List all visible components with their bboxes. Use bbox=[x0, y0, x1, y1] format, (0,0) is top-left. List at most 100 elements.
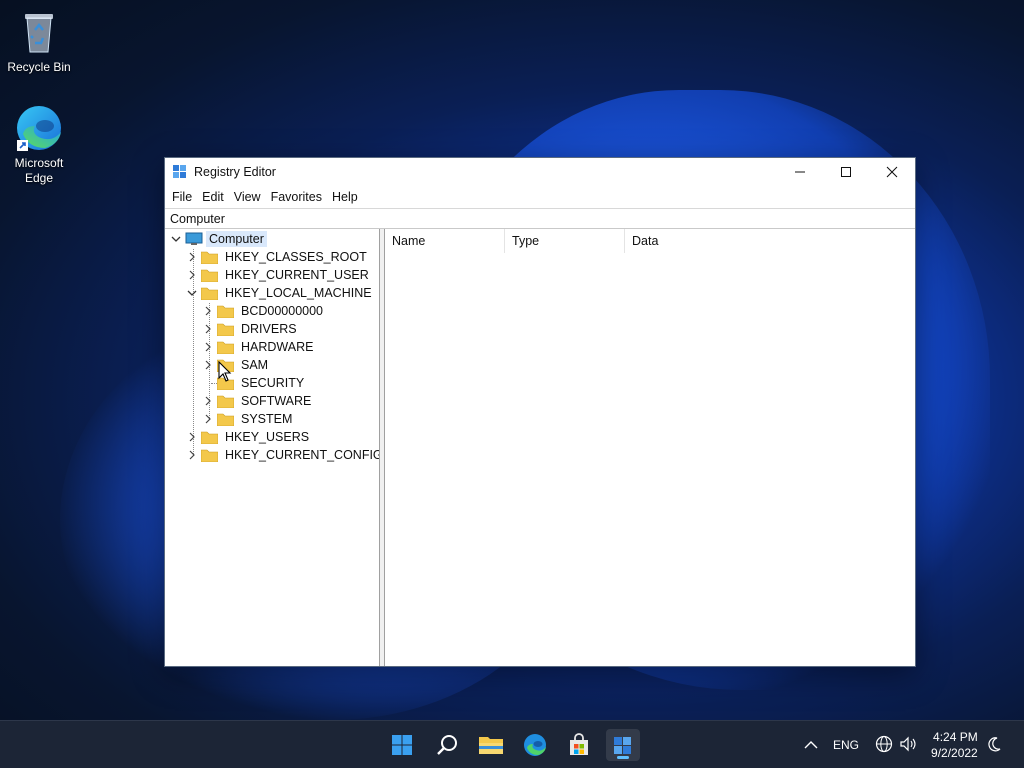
minimize-icon bbox=[795, 171, 805, 173]
tree-item-sam[interactable]: SAM bbox=[201, 356, 271, 374]
folder-icon bbox=[217, 395, 234, 408]
file-explorer-icon bbox=[479, 737, 503, 754]
menu-file[interactable]: File bbox=[167, 190, 197, 204]
tree-item-label: HKEY_CLASSES_ROOT bbox=[225, 250, 367, 264]
list-header: Name Type Data bbox=[385, 229, 915, 253]
taskbar: ENG 4:24 PM 9/2/2022 bbox=[0, 720, 1024, 768]
folder-icon bbox=[201, 269, 218, 282]
tree-item-hkey-classes-root[interactable]: HKEY_CLASSES_ROOT bbox=[185, 248, 370, 266]
desktop-icon-label: Microsoft Edge bbox=[14, 156, 64, 185]
menu-edit[interactable]: Edit bbox=[197, 190, 229, 204]
chevron-right-icon[interactable] bbox=[201, 410, 215, 428]
start-icon bbox=[392, 735, 412, 755]
tree-item-security[interactable]: SECURITY bbox=[201, 374, 307, 392]
tree-item-hardware[interactable]: HARDWARE bbox=[201, 338, 316, 356]
title-bar[interactable]: Registry Editor bbox=[165, 158, 915, 186]
mouse-cursor-icon bbox=[218, 361, 232, 382]
tree-item-label: SOFTWARE bbox=[241, 394, 312, 408]
registry-editor-window: Registry Editor File Edit View Favorites… bbox=[164, 157, 916, 667]
tree-item-bcd00000000[interactable]: BCD00000000 bbox=[201, 302, 326, 320]
clock[interactable]: 4:24 PM 9/2/2022 bbox=[931, 729, 978, 761]
chevron-right-icon[interactable] bbox=[201, 302, 215, 320]
folder-icon bbox=[201, 431, 218, 444]
computer-icon bbox=[185, 232, 203, 245]
tree-item-hkey-current-user[interactable]: HKEY_CURRENT_USER bbox=[185, 266, 372, 284]
search-button[interactable] bbox=[430, 729, 464, 761]
tree-item-hkey-current-config[interactable]: HKEY_CURRENT_CONFIG bbox=[185, 446, 380, 464]
tree-item-label: Computer bbox=[206, 231, 267, 247]
show-hidden-icons-button[interactable] bbox=[800, 740, 822, 750]
folder-icon bbox=[217, 413, 234, 426]
store-button[interactable] bbox=[562, 729, 596, 761]
menu-favorites[interactable]: Favorites bbox=[266, 190, 327, 204]
values-list-pane[interactable]: Name Type Data bbox=[385, 229, 915, 666]
column-header-name[interactable]: Name bbox=[385, 229, 505, 253]
tree-item-label: HKEY_CURRENT_USER bbox=[225, 268, 369, 282]
tree-item-label: BCD00000000 bbox=[241, 304, 324, 318]
registry-editor-taskbar-button[interactable] bbox=[606, 729, 640, 761]
chevron-right-icon[interactable] bbox=[201, 338, 215, 356]
tree-item-hkey-local-machine[interactable]: HKEY_LOCAL_MACHINE bbox=[185, 284, 375, 302]
globe-icon bbox=[875, 735, 893, 752]
speaker-icon bbox=[900, 736, 916, 751]
active-indicator bbox=[617, 756, 629, 759]
menu-view[interactable]: View bbox=[229, 190, 266, 204]
folder-icon bbox=[201, 251, 218, 264]
volume-button[interactable] bbox=[899, 735, 917, 756]
chevron-right-icon[interactable] bbox=[185, 266, 199, 284]
tree-item-label: DRIVERS bbox=[241, 322, 297, 336]
start-button[interactable] bbox=[385, 729, 419, 761]
address-bar[interactable]: Computer bbox=[165, 208, 915, 229]
folder-icon bbox=[217, 305, 234, 318]
chevron-right-icon[interactable] bbox=[185, 446, 199, 464]
tree-item-software[interactable]: SOFTWARE bbox=[201, 392, 314, 410]
desktop-microsoft-edge[interactable]: Microsoft Edge bbox=[1, 104, 77, 186]
tree-item-computer[interactable]: Computer bbox=[169, 230, 267, 248]
menu-help[interactable]: Help bbox=[327, 190, 363, 204]
tree-item-drivers[interactable]: DRIVERS bbox=[201, 320, 300, 338]
chevron-down-icon[interactable] bbox=[169, 230, 183, 248]
minimize-button[interactable] bbox=[777, 158, 823, 186]
store-icon bbox=[570, 733, 588, 755]
tree-item-label: SECURITY bbox=[241, 376, 305, 390]
chevron-right-icon[interactable] bbox=[185, 248, 199, 266]
registry-editor-icon bbox=[173, 165, 186, 178]
tree-item-hkey-users[interactable]: HKEY_USERS bbox=[185, 428, 312, 446]
desktop-recycle-bin[interactable]: Recycle Bin bbox=[1, 8, 77, 75]
chevron-right-icon[interactable] bbox=[201, 320, 215, 338]
close-button[interactable] bbox=[869, 158, 915, 186]
clock-time: 4:24 PM bbox=[933, 730, 978, 744]
registry-editor-icon bbox=[614, 737, 631, 754]
system-tray: ENG 4:24 PM 9/2/2022 bbox=[800, 721, 1002, 768]
tree-item-label: HKEY_CURRENT_CONFIG bbox=[225, 448, 380, 462]
tree-item-label: HKEY_LOCAL_MACHINE bbox=[225, 286, 372, 300]
chevron-right-icon[interactable] bbox=[201, 356, 215, 374]
desktop-icon-label: Recycle Bin bbox=[7, 60, 71, 74]
folder-icon bbox=[201, 449, 218, 462]
search-icon bbox=[437, 735, 457, 755]
chevron-right-icon[interactable] bbox=[201, 392, 215, 410]
folder-open-icon bbox=[201, 287, 218, 300]
tree-item-label: SYSTEM bbox=[241, 412, 293, 426]
tree-item-label: HARDWARE bbox=[241, 340, 314, 354]
folder-icon bbox=[217, 341, 234, 354]
clock-date: 9/2/2022 bbox=[931, 746, 978, 760]
recycle-bin-icon bbox=[15, 8, 63, 56]
language-indicator[interactable]: ENG bbox=[833, 738, 859, 752]
moon-icon bbox=[988, 736, 1001, 751]
tree-item-system[interactable]: SYSTEM bbox=[201, 410, 295, 428]
chevron-right-icon[interactable] bbox=[185, 428, 199, 446]
column-header-data[interactable]: Data bbox=[625, 229, 745, 253]
key-tree-pane[interactable]: Computer HKEY_CLASSES_ROOT HKEY_CURRENT_… bbox=[165, 229, 380, 666]
notifications-button[interactable] bbox=[986, 736, 1002, 755]
maximize-icon bbox=[841, 167, 851, 177]
column-header-type[interactable]: Type bbox=[505, 229, 625, 253]
edge-icon bbox=[15, 104, 63, 152]
network-button[interactable] bbox=[875, 735, 893, 756]
chevron-down-icon[interactable] bbox=[185, 284, 199, 302]
file-explorer-button[interactable] bbox=[474, 729, 508, 761]
maximize-button[interactable] bbox=[823, 158, 869, 186]
edge-icon bbox=[524, 734, 546, 756]
chevron-up-icon bbox=[804, 741, 818, 749]
edge-taskbar-button[interactable] bbox=[518, 729, 552, 761]
